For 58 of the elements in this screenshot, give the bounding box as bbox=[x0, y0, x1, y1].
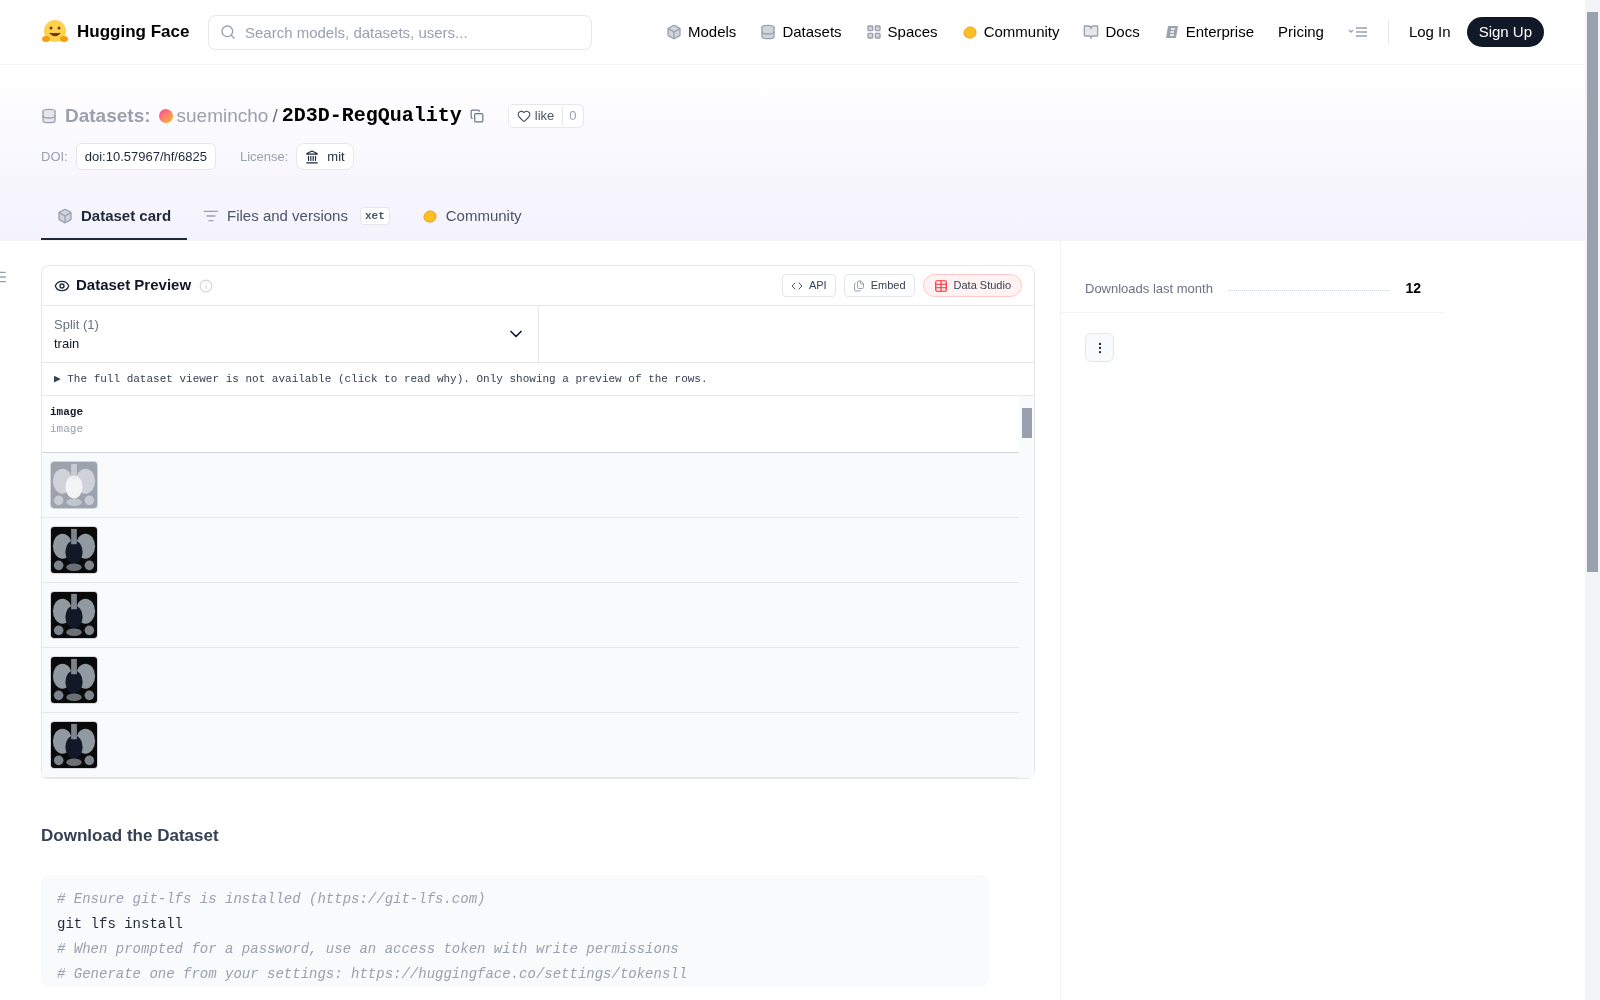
book-icon bbox=[1083, 24, 1100, 40]
doi-badge[interactable]: doi:10.57967/hf/6825 bbox=[75, 143, 216, 170]
action-button[interactable]: Embed bbox=[843, 274, 915, 297]
action-button[interactable]: Data Studio bbox=[922, 274, 1022, 297]
table-icon bbox=[933, 278, 948, 293]
downloads-label: Downloads last month bbox=[1085, 279, 1213, 298]
bank-icon bbox=[305, 149, 320, 164]
signup-button[interactable]: Sign Up bbox=[1466, 17, 1544, 47]
scrollbar[interactable] bbox=[1019, 396, 1034, 778]
owner-avatar bbox=[158, 109, 173, 123]
search-field[interactable]: Search models, datasets, users... bbox=[208, 14, 592, 50]
doi-label: DOI: bbox=[41, 147, 68, 166]
like-button[interactable]: like 0 bbox=[507, 104, 584, 128]
list-icon bbox=[203, 208, 220, 224]
split-select[interactable]: Split (1) train bbox=[42, 306, 539, 362]
cube-icon bbox=[666, 24, 682, 40]
copy-icon[interactable] bbox=[469, 109, 484, 123]
dataset-name[interactable]: 2D3D-RegQuality bbox=[281, 101, 462, 131]
menu-icon[interactable] bbox=[1347, 25, 1368, 39]
code-line: # Generate one from your settings: https://huggingface.co/settings/tokensll bbox=[57, 964, 688, 984]
nav-link[interactable]: Enterprise bbox=[1151, 20, 1267, 44]
column-type: image bbox=[50, 421, 84, 437]
tab[interactable]: Files and versions xet bbox=[187, 194, 406, 240]
downloads-count: 12 bbox=[1405, 279, 1421, 298]
action-button[interactable]: API bbox=[781, 274, 836, 297]
page-scrollbar[interactable] bbox=[1585, 0, 1600, 1000]
like-count: 0 bbox=[562, 106, 583, 126]
grid-icon bbox=[865, 24, 882, 40]
more-button[interactable] bbox=[1085, 333, 1114, 362]
files-icon bbox=[852, 279, 865, 292]
cube-icon bbox=[57, 208, 73, 224]
nav-link[interactable]: Pricing bbox=[1266, 20, 1336, 44]
nav-link[interactable]: Docs bbox=[1071, 20, 1152, 44]
license-label: License: bbox=[239, 147, 289, 166]
code-line: # Ensure git-lfs is installed (https://git-lfs.com) bbox=[57, 889, 486, 909]
path-separator: / bbox=[272, 103, 278, 128]
brand-name[interactable]: Hugging Face bbox=[77, 19, 190, 45]
section-heading: Download the Dataset bbox=[41, 825, 220, 847]
heart-icon bbox=[516, 109, 531, 123]
nav-link[interactable]: Spaces bbox=[853, 20, 950, 44]
viewer-notice[interactable]: ▶ The full dataset viewer is not available (click to read why). Only showing a preview of the rows. bbox=[42, 363, 1034, 396]
nav-link[interactable]: Datasets bbox=[748, 20, 854, 44]
database-icon bbox=[760, 24, 777, 40]
xet-badge: xet bbox=[359, 206, 390, 226]
tab[interactable]: Community bbox=[405, 194, 538, 240]
database-icon bbox=[41, 108, 57, 124]
code-line: git lfs install bbox=[57, 914, 184, 934]
nav-link[interactable]: Models bbox=[654, 20, 749, 44]
column-name: image bbox=[50, 405, 84, 420]
license-badge[interactable]: mit bbox=[296, 143, 354, 170]
tab[interactable]: Dataset card bbox=[41, 194, 188, 240]
login-link[interactable]: Log In bbox=[1396, 20, 1463, 44]
nav-link[interactable]: Community bbox=[949, 20, 1072, 44]
search-icon bbox=[220, 23, 236, 40]
badge-icon bbox=[1163, 24, 1180, 40]
code-line: # When prompted for a password, use an access token with write permissions bbox=[57, 939, 679, 959]
preview-title: Dataset Preview bbox=[76, 275, 192, 296]
info-icon bbox=[199, 278, 214, 293]
